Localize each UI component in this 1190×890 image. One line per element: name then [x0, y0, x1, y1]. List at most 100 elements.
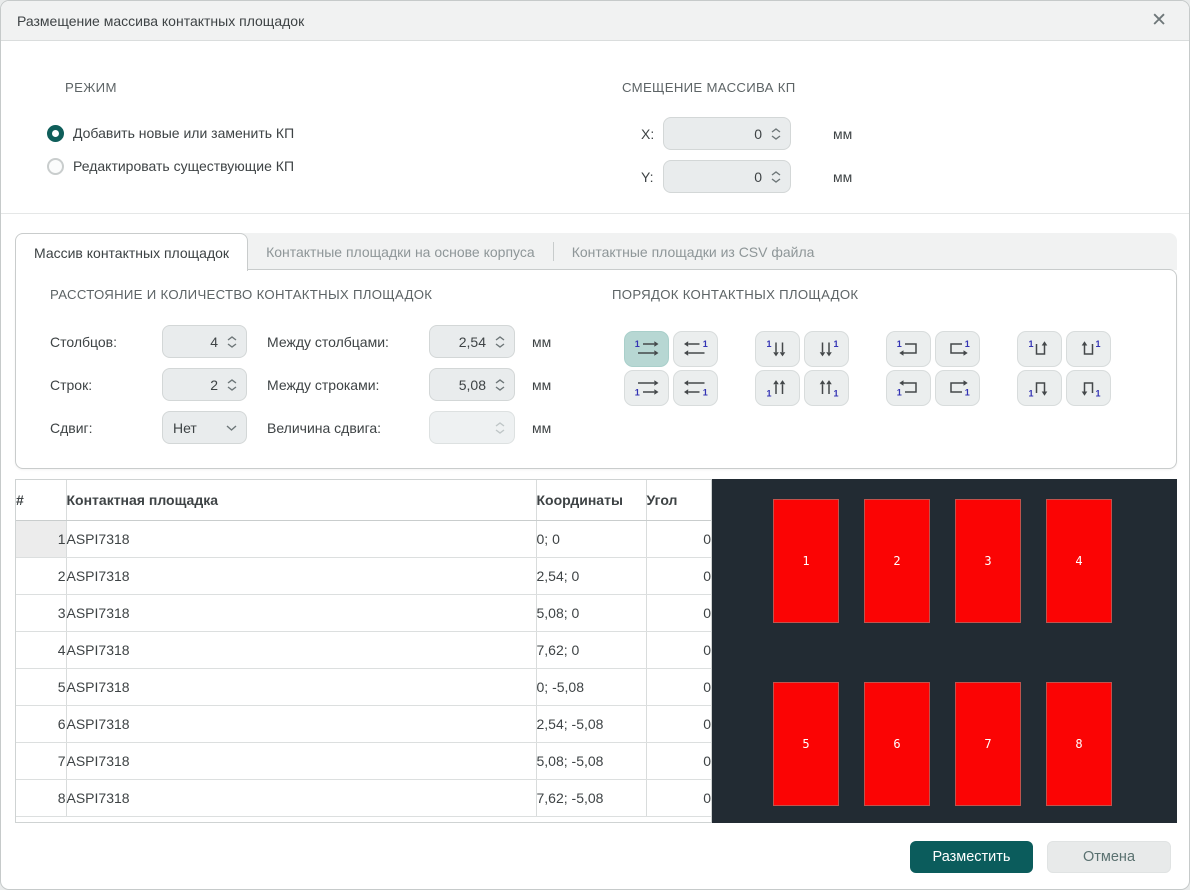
order-cols-down-from-top-right[interactable]: 1: [804, 331, 849, 367]
order-rows-left-from-bottom-right[interactable]: 1: [673, 370, 718, 406]
order-pattern-icon: 1: [814, 338, 840, 360]
svg-text:1: 1: [964, 339, 969, 349]
table-row[interactable]: 5ASPI73180; -5,080: [16, 668, 711, 705]
spinner-down-icon[interactable]: [227, 386, 237, 391]
columns-label: Столбцов:: [50, 334, 162, 350]
spinner-up-icon[interactable]: [227, 379, 237, 384]
close-icon[interactable]: ✕: [1145, 9, 1173, 32]
spinner-down-icon: [495, 429, 505, 434]
columns-row: Столбцов: 4 Между столбцами: 2,54 мм: [50, 325, 551, 358]
offset-x-value: 0: [674, 126, 762, 142]
preview-pad: 2: [864, 499, 930, 623]
table-row[interactable]: 8ASPI73187,62; -5,080: [16, 779, 711, 816]
order-rows-right-from-bottom-left[interactable]: 1: [624, 370, 669, 406]
radio-selected-icon[interactable]: [47, 125, 64, 142]
preview-pad: 1: [773, 499, 839, 623]
order-pattern-icon: 1: [945, 377, 971, 399]
spinner-up-icon[interactable]: [227, 336, 237, 341]
order-rows-left-from-top-right[interactable]: 1: [673, 331, 718, 367]
svg-text:1: 1: [896, 388, 901, 398]
row-spacing-value: 5,08: [440, 377, 486, 393]
row-pad-cell: ASPI7318: [66, 668, 536, 705]
offset-y-spinner[interactable]: 0: [663, 160, 791, 193]
radio-add-new[interactable]: Добавить новые или заменить КП: [47, 121, 294, 145]
table-header-row: # Контактная площадка Координаты Угол: [16, 480, 711, 520]
order-snake-cols-from-bottom-right[interactable]: 1: [1066, 370, 1111, 406]
order-snake-rows-from-top-left[interactable]: 1: [886, 331, 931, 367]
svg-text:1: 1: [702, 388, 707, 398]
order-snake-rows-from-top-right[interactable]: 1: [935, 331, 980, 367]
order-pattern-icon: 1: [896, 338, 922, 360]
order-pattern-icon: 1: [634, 338, 660, 360]
offset-x-unit: мм: [833, 126, 852, 142]
table-row[interactable]: 7ASPI73185,08; -5,080: [16, 742, 711, 779]
spinner-up-icon[interactable]: [495, 336, 505, 341]
spinner-down-icon[interactable]: [771, 178, 781, 183]
svg-text:1: 1: [1028, 389, 1033, 399]
shift-amount-spinner: [429, 411, 515, 444]
radio-edit-existing[interactable]: Редактировать существующие КП: [47, 154, 294, 178]
order-cols-down-from-top-left[interactable]: 1: [755, 331, 800, 367]
svg-text:1: 1: [896, 339, 901, 349]
spinner-down-icon[interactable]: [495, 386, 505, 391]
table-row[interactable]: 1ASPI73180; 00: [16, 520, 711, 557]
shift-row: Сдвиг: Нет Величина сдвига: мм: [50, 411, 551, 444]
order-pattern-icon: 1: [765, 338, 791, 360]
row-spacing-spinner[interactable]: 5,08: [429, 368, 515, 401]
tab-pads-from-footprint[interactable]: Контактные площадки на основе корпуса: [248, 233, 553, 270]
row-angle-cell: 0: [646, 520, 711, 557]
columns-spinner[interactable]: 4: [162, 325, 247, 358]
pad-table-body: 1ASPI73180; 002ASPI73182,54; 003ASPI7318…: [16, 520, 711, 816]
cancel-button[interactable]: Отмена: [1047, 841, 1171, 873]
svg-text:1: 1: [1095, 389, 1100, 399]
row-num-cell: 5: [16, 668, 66, 705]
spinner-down-icon[interactable]: [227, 343, 237, 348]
row-angle-cell: 0: [646, 705, 711, 742]
radio-unselected-icon[interactable]: [47, 158, 64, 175]
spinner-up-icon[interactable]: [771, 171, 781, 176]
column-spacing-spinner[interactable]: 2,54: [429, 325, 515, 358]
order-snake-cols-from-top-left[interactable]: 1: [1017, 331, 1062, 367]
tab-pads-from-footprint-label: Контактные площадки на основе корпуса: [266, 244, 535, 260]
order-pattern-icon: 1: [683, 377, 709, 399]
column-spacing-label: Между столбцами:: [267, 334, 429, 350]
order-pattern-icon: 1: [683, 338, 709, 360]
order-cols-up-from-bottom-left[interactable]: 1: [755, 370, 800, 406]
spinner-up-icon[interactable]: [771, 128, 781, 133]
table-row[interactable]: 3ASPI73185,08; 00: [16, 594, 711, 631]
order-snake-rows-from-bottom-left[interactable]: 1: [886, 370, 931, 406]
order-snake-cols-from-top-right[interactable]: 1: [1066, 331, 1111, 367]
col-header-angle: Угол: [646, 480, 711, 520]
order-snake-cols-from-bottom-left[interactable]: 1: [1017, 370, 1062, 406]
row-angle-cell: 0: [646, 668, 711, 705]
row-pad-cell: ASPI7318: [66, 557, 536, 594]
spinner-up-icon: [495, 422, 505, 427]
order-cols-up-from-bottom-right[interactable]: 1: [804, 370, 849, 406]
tab-pad-array[interactable]: Массив контактных площадок: [15, 233, 248, 271]
order-heading: ПОРЯДОК КОНТАКТНЫХ ПЛОЩАДОК: [612, 287, 858, 302]
chevron-down-icon: [226, 425, 237, 431]
section-divider: [1, 213, 1189, 214]
preview-pad: 5: [773, 682, 839, 806]
tab-pads-from-csv[interactable]: Контактные площадки из CSV файла: [554, 233, 833, 270]
svg-text:1: 1: [634, 388, 639, 398]
place-button[interactable]: Разместить: [910, 841, 1033, 873]
table-row[interactable]: 4ASPI73187,62; 00: [16, 631, 711, 668]
mode-heading: РЕЖИМ: [65, 80, 117, 95]
offset-x-label: X:: [641, 126, 663, 142]
row-coords-cell: 5,08; 0: [536, 594, 646, 631]
spinner-up-icon[interactable]: [495, 379, 505, 384]
order-rows-right-from-top-left[interactable]: 1: [624, 331, 669, 367]
spinner-down-icon[interactable]: [771, 135, 781, 140]
table-row[interactable]: 2ASPI73182,54; 00: [16, 557, 711, 594]
radio-edit-existing-label: Редактировать существующие КП: [73, 158, 294, 174]
offset-y-label: Y:: [641, 169, 663, 185]
offset-x-spinner[interactable]: 0: [663, 117, 791, 150]
rows-spinner[interactable]: 2: [162, 368, 247, 401]
order-snake-rows-from-bottom-right[interactable]: 1: [935, 370, 980, 406]
order-buttons: 1111111111111111: [624, 331, 1111, 406]
spinner-down-icon[interactable]: [495, 343, 505, 348]
table-row[interactable]: 6ASPI73182,54; -5,080: [16, 705, 711, 742]
dialog-title: Размещение массива контактных площадок: [17, 13, 1145, 29]
shift-select[interactable]: Нет: [162, 411, 247, 444]
